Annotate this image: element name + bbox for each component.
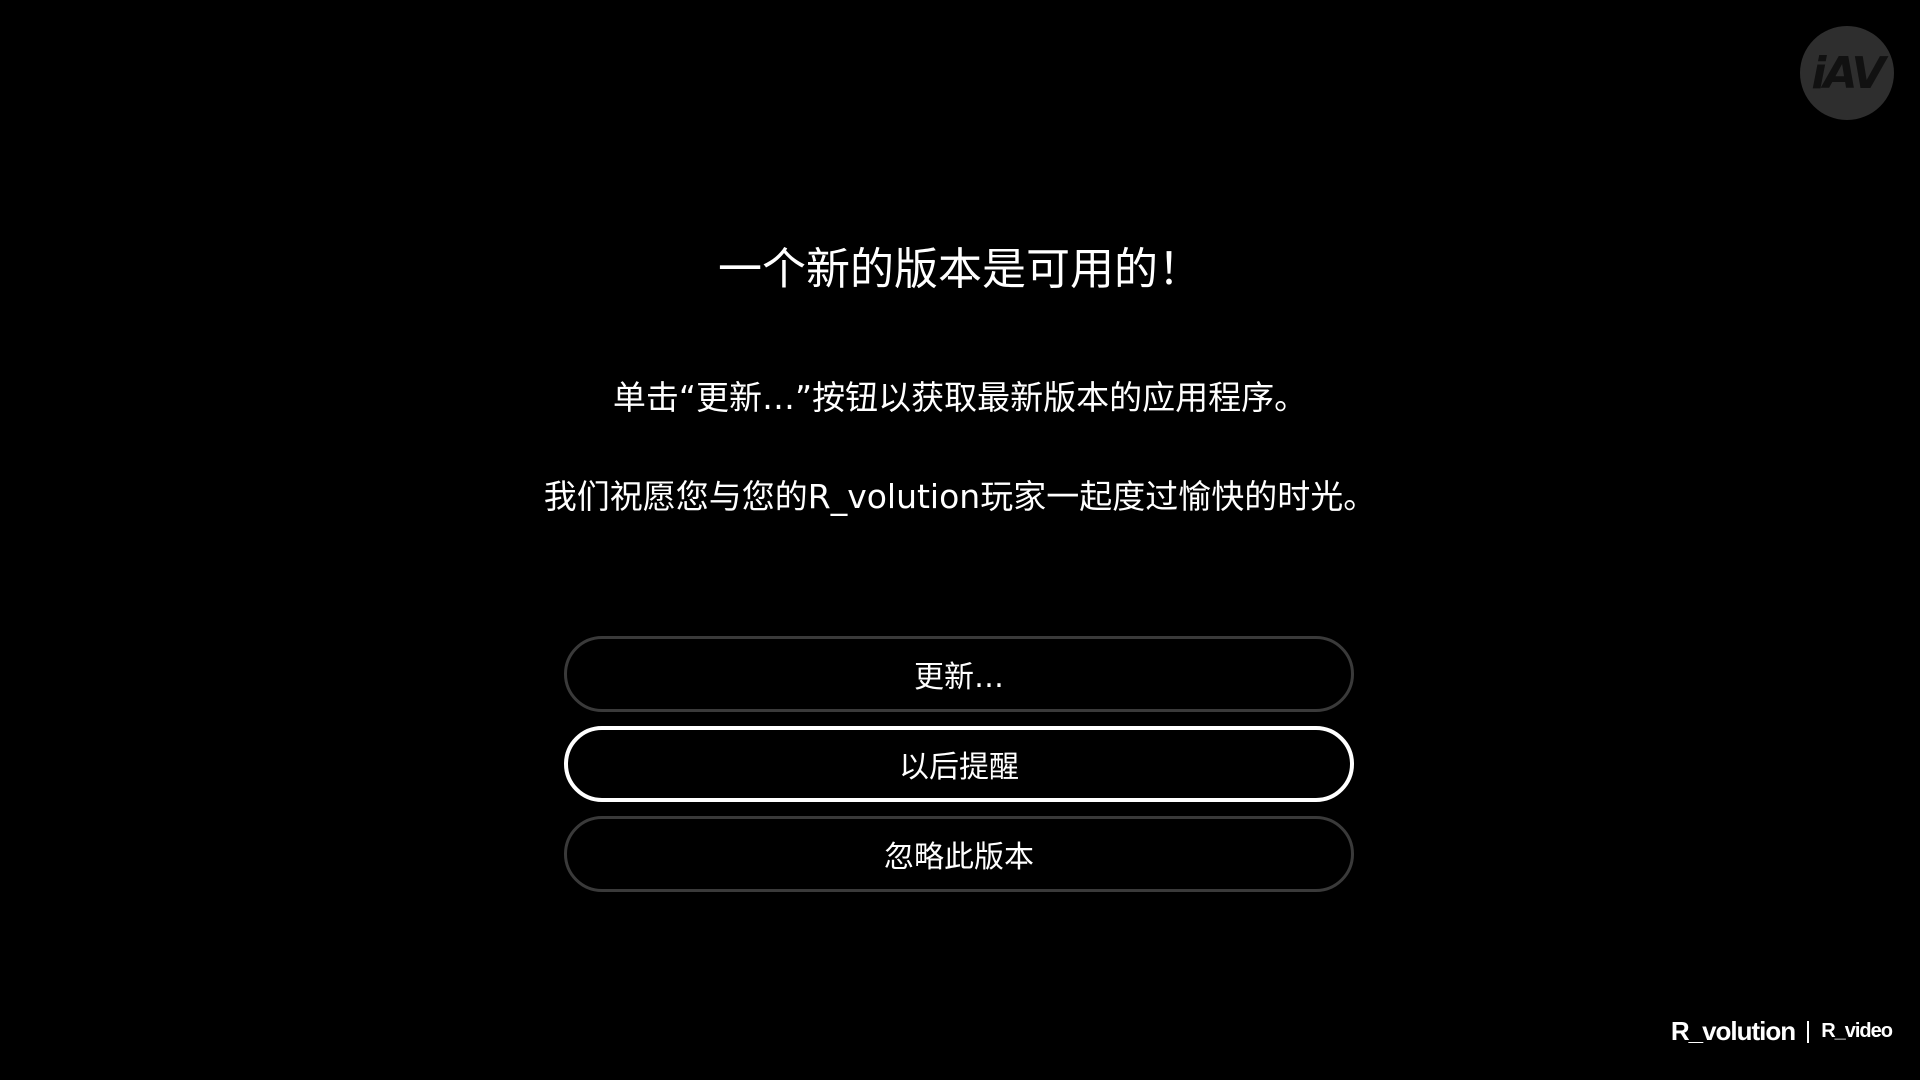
update-dialog-screen: iAV 一个新的版本是可用的！ 单击“更新…”按钮以获取最新版本的应用程序。 我… xyxy=(0,0,1920,1080)
update-button[interactable]: 更新… xyxy=(564,636,1354,712)
iav-logo: iAV xyxy=(1800,26,1894,120)
brand-divider xyxy=(1807,1020,1810,1043)
ignore-version-button[interactable]: 忽略此版本 xyxy=(564,816,1354,892)
brand-logo-rvideo: R_video xyxy=(1821,1020,1893,1042)
dialog-message-update-hint: 单击“更新…”按钮以获取最新版本的应用程序。 xyxy=(612,378,1308,417)
remind-later-button[interactable]: 以后提醒 xyxy=(564,726,1354,802)
iav-logo-text: iAV xyxy=(1811,47,1885,99)
brand-logo: R_volution R_video xyxy=(1670,1016,1893,1047)
dialog-message-greeting: 我们祝愿您与您的R_volution玩家一起度过愉快的时光。 xyxy=(543,477,1377,516)
brand-logo-rvolution: R_volution xyxy=(1670,1016,1796,1046)
dialog-title: 一个新的版本是可用的！ xyxy=(718,244,1202,295)
